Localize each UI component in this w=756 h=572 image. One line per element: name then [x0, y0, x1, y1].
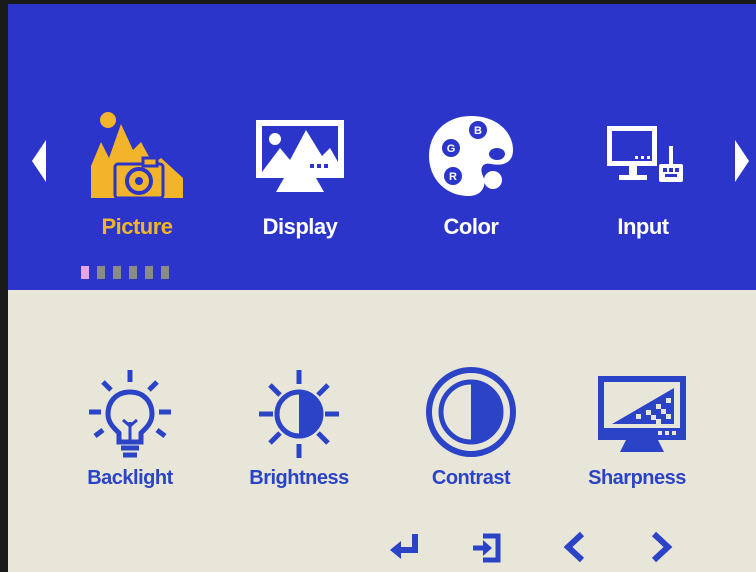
- backlight-label: Backlight: [87, 467, 173, 489]
- osd-screen: Picture Display B G R Color Input Backli…: [8, 4, 756, 572]
- left-icon: [563, 531, 585, 563]
- category-label: Input: [617, 214, 669, 239]
- page-dot: [145, 266, 153, 279]
- page-dot: [161, 266, 169, 279]
- sharpness-label: Sharpness: [588, 467, 686, 489]
- category-input[interactable]: Input: [578, 106, 708, 246]
- backlight-item[interactable]: Backlight: [60, 364, 200, 504]
- brightness-icon: [259, 370, 339, 458]
- scroll-right-arrow-icon[interactable]: [735, 140, 749, 182]
- enter-key[interactable]: [388, 530, 422, 569]
- category-label: Display: [262, 214, 338, 239]
- contrast-icon: [426, 367, 516, 457]
- palette-letter-b: B: [474, 125, 482, 137]
- input-icon: [607, 126, 683, 182]
- page-dot: [97, 266, 105, 279]
- right-key[interactable]: [646, 530, 676, 569]
- page-dot: [129, 266, 137, 279]
- sharpness-icon: [598, 376, 686, 452]
- right-icon: [651, 531, 673, 563]
- page-dot: [81, 266, 89, 279]
- category-label: Picture: [101, 214, 173, 239]
- contrast-item[interactable]: Contrast: [401, 364, 541, 504]
- category-color[interactable]: B G R Color: [406, 106, 536, 246]
- brightness-item[interactable]: Brightness: [229, 364, 369, 504]
- picture-icon: [91, 112, 183, 200]
- page-dot: [113, 266, 121, 279]
- scroll-left-arrow-icon[interactable]: [32, 140, 46, 182]
- color-palette-icon: B G R: [429, 116, 513, 196]
- palette-letter-g: G: [447, 143, 456, 155]
- category-label: Color: [443, 214, 499, 239]
- brightness-label: Brightness: [249, 467, 349, 489]
- exit-icon: [473, 533, 501, 563]
- left-key[interactable]: [560, 530, 590, 569]
- category-panel: Picture Display B G R Color Input: [8, 4, 756, 290]
- contrast-label: Contrast: [431, 467, 511, 489]
- enter-icon: [390, 534, 418, 559]
- exit-key[interactable]: [470, 530, 504, 569]
- category-picture[interactable]: Picture: [72, 106, 202, 246]
- category-display[interactable]: Display: [235, 106, 365, 246]
- lightbulb-icon: [89, 370, 171, 458]
- display-icon: [256, 120, 344, 192]
- palette-letter-r: R: [449, 171, 457, 183]
- sharpness-item[interactable]: Sharpness: [567, 364, 707, 504]
